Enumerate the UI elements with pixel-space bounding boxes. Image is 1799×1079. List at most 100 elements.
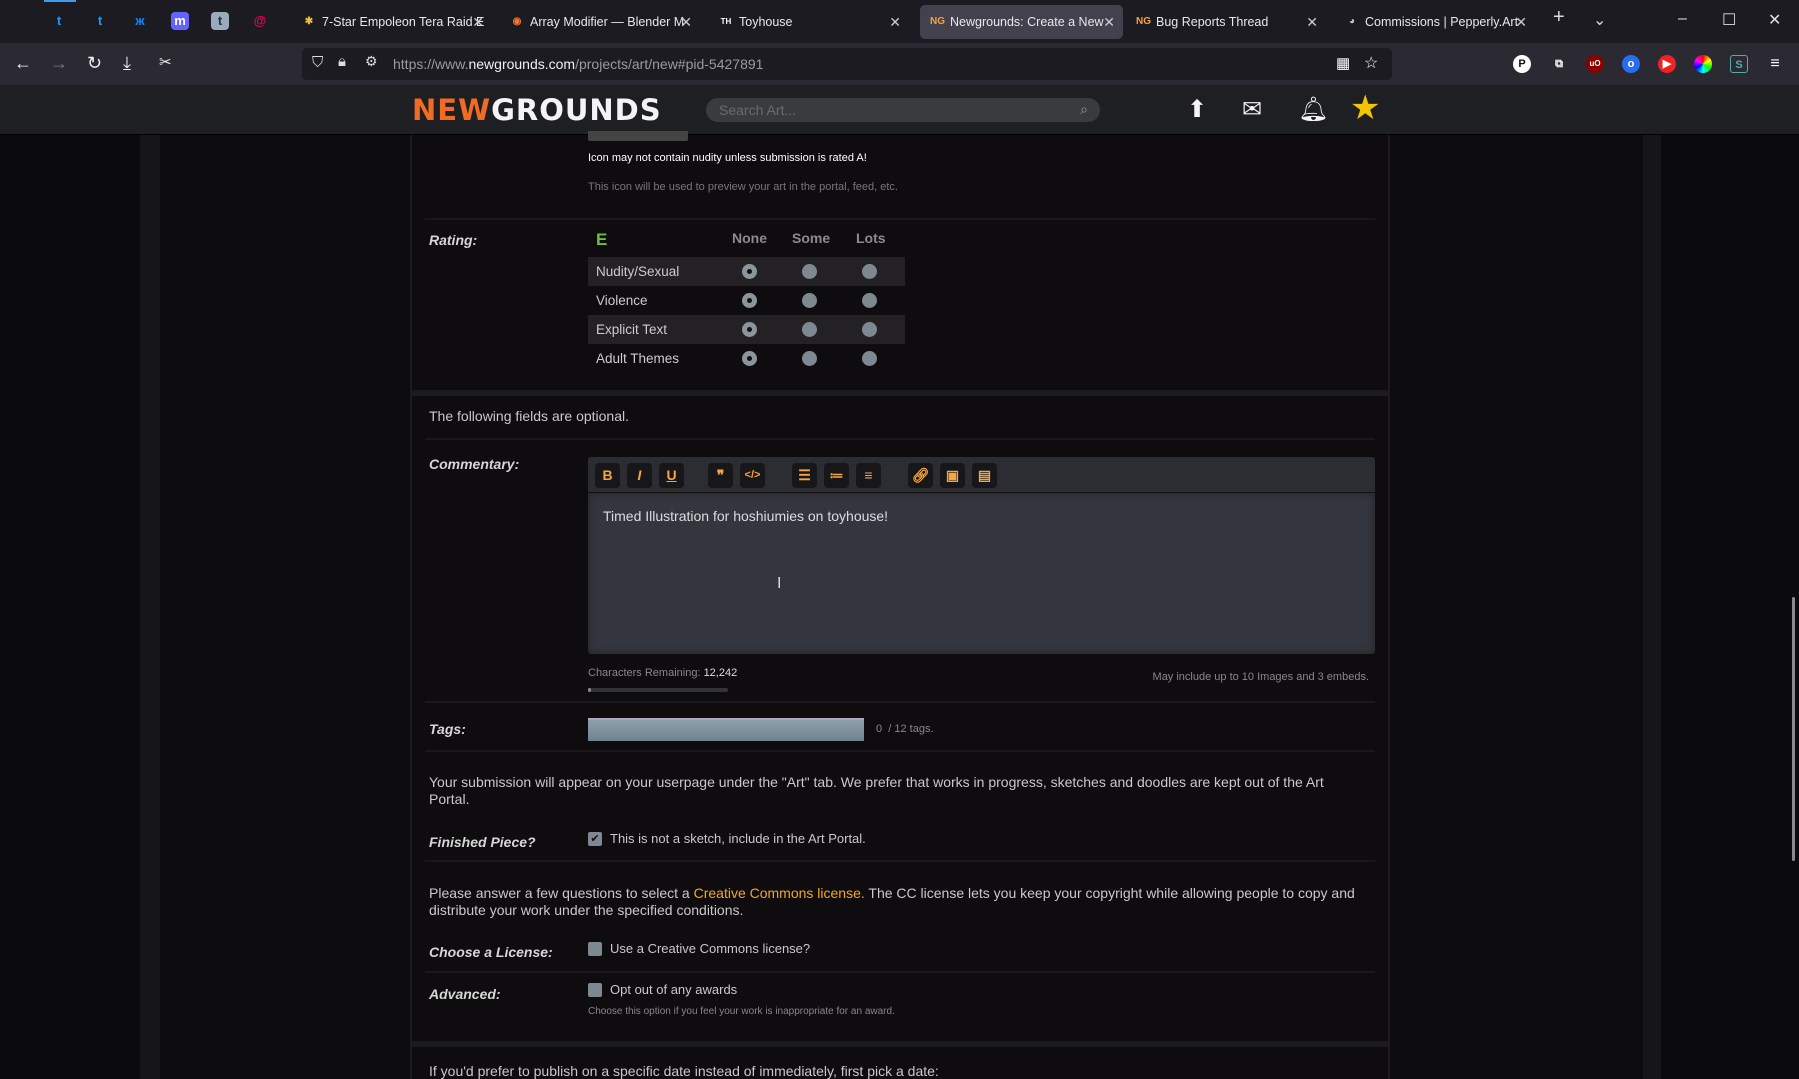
rating-radio-lots[interactable]	[862, 264, 877, 279]
newgrounds-logo[interactable]: NEWGROUNDS	[412, 93, 662, 127]
twitter-icon[interactable]: t	[91, 12, 109, 30]
back-icon[interactable]: ←	[14, 53, 32, 74]
lock-icon[interactable]: 🔒︎	[338, 53, 346, 70]
rating-radio-none[interactable]	[742, 264, 757, 279]
quote-button[interactable]: ❞	[708, 463, 733, 488]
rating-radio-none[interactable]	[742, 293, 757, 308]
bullet-list-button[interactable]: ≔	[824, 463, 849, 488]
rating-e-badge: E	[596, 230, 608, 249]
extension-s-icon[interactable]: S	[1730, 55, 1748, 73]
italic-button[interactable]: I	[627, 463, 652, 488]
extensions-puzzle-icon[interactable]: ⧉	[1550, 55, 1568, 73]
user-avatar[interactable]: ★	[1350, 91, 1386, 127]
debian-icon[interactable]: @	[251, 12, 269, 30]
new-tab-icon[interactable]: +	[1553, 6, 1565, 29]
forward-icon[interactable]: →	[50, 53, 68, 74]
qr-code-icon[interactable]: ▦	[1336, 54, 1350, 72]
tags-count: 0	[876, 723, 883, 735]
section-divider	[412, 1041, 1388, 1047]
shield-icon[interactable]: ⛉	[312, 54, 323, 71]
address-bar[interactable]: ⛉ 🔒︎ ⚙ https://www.newgrounds.com/projec…	[302, 48, 1392, 80]
extension-circle-icon[interactable]: o	[1622, 55, 1640, 73]
close-tab-icon[interactable]: ✕	[889, 5, 901, 39]
rating-row-label: Violence	[596, 293, 648, 308]
bold-button[interactable]: B	[595, 463, 620, 488]
commentary-textarea[interactable]: Timed Illustration for hoshiumies on toy…	[588, 493, 1375, 654]
tags-max: / 12 tags.	[888, 723, 934, 735]
underline-button[interactable]: U	[659, 463, 684, 488]
screenshot-icon[interactable]: ✂	[159, 53, 172, 71]
numbered-list-button[interactable]: ≡	[856, 463, 881, 488]
search-icon[interactable]: ⌕	[1080, 101, 1088, 118]
upload-icon[interactable]: ⬆	[1187, 95, 1207, 124]
tags-label: Tags:	[429, 721, 466, 737]
tab-toyhouse[interactable]: TH Toyhouse ✕	[709, 5, 909, 39]
close-tab-icon[interactable]: ✕	[1306, 5, 1318, 39]
align-button[interactable]: ☰	[792, 463, 817, 488]
download-icon[interactable]: ⤓	[123, 53, 131, 74]
link-button[interactable]: 🔗︎	[908, 463, 933, 488]
opt-out-awards-text: Opt out of any awards	[610, 982, 738, 997]
video-button[interactable]: ▤	[972, 463, 997, 488]
tumblr-icon[interactable]: t	[211, 12, 229, 30]
url-prefix: https://www.	[393, 56, 469, 72]
search-input[interactable]: Search Art... ⌕	[706, 98, 1100, 122]
ublock-icon[interactable]: uO	[1586, 55, 1604, 73]
rating-radio-lots[interactable]	[862, 351, 877, 366]
rating-row: Adult Themes	[588, 344, 905, 373]
rating-label: Rating:	[429, 232, 478, 248]
rating-col-some: Some	[792, 230, 831, 246]
permissions-icon[interactable]: ⚙	[365, 53, 378, 70]
messages-icon[interactable]: ✉	[1242, 95, 1262, 124]
close-tab-icon[interactable]: ✕	[680, 5, 692, 39]
rating-radio-none[interactable]	[742, 351, 757, 366]
tab-bug-reports[interactable]: NG Bug Reports Thread ✕	[1126, 5, 1326, 39]
code-button[interactable]: </>	[740, 463, 765, 488]
rating-radio-some[interactable]	[802, 322, 817, 337]
rating-radio-some[interactable]	[802, 264, 817, 279]
creative-commons-link[interactable]: Creative Commons license.	[694, 885, 865, 901]
bluesky-icon[interactable]: ж	[131, 12, 149, 30]
tab-list-chevron-icon[interactable]: ⌄	[1593, 10, 1606, 30]
tab-title: Toyhouse	[739, 15, 793, 29]
twitter-icon[interactable]: t	[50, 12, 68, 30]
tags-input[interactable]	[588, 718, 864, 741]
page-side-stripe	[1643, 135, 1661, 1079]
youtube-extension-icon[interactable]: ▶	[1658, 55, 1676, 73]
cc-license-checkbox[interactable]	[588, 942, 602, 956]
rating-radio-none[interactable]	[742, 322, 757, 337]
minimize-icon[interactable]: –	[1678, 10, 1687, 28]
notifications-bell-icon[interactable]: 🔔︎	[1298, 95, 1328, 124]
maximize-icon[interactable]: ☐	[1722, 10, 1736, 30]
finished-piece-checkbox[interactable]: ✔	[588, 832, 602, 846]
url-text[interactable]: https://www.newgrounds.com/projects/art/…	[393, 56, 763, 72]
close-tab-icon[interactable]: ✕	[1515, 5, 1527, 39]
tab-empoleon[interactable]: ✱ 7-Star Empoleon Tera Raid E ✕	[292, 5, 492, 39]
close-tab-icon[interactable]: ✕	[1103, 5, 1115, 39]
bookmark-star-icon[interactable]: ☆	[1364, 53, 1378, 73]
close-window-icon[interactable]: ✕	[1768, 10, 1781, 30]
rating-radio-lots[interactable]	[862, 293, 877, 308]
tab-newgrounds-active[interactable]: NG Newgrounds: Create a New ✕	[920, 5, 1123, 39]
image-button[interactable]: ▣	[940, 463, 965, 488]
rating-radio-lots[interactable]	[862, 322, 877, 337]
no-icon-image-button[interactable]	[588, 131, 688, 141]
page-scrollbar[interactable]	[1792, 597, 1795, 861]
reload-icon[interactable]: ↻	[87, 53, 102, 74]
rating-col-lots: Lots	[856, 230, 886, 246]
art-submission-form: Icon may not contain nudity unless submi…	[410, 131, 1390, 1079]
tab-commissions[interactable]: ◕ Commissions | Pepperly.Art ✕	[1335, 5, 1535, 39]
rating-radio-some[interactable]	[802, 351, 817, 366]
chars-progress-bar	[588, 688, 728, 692]
rating-row: Explicit Text	[588, 315, 905, 344]
extension-p-icon[interactable]: P	[1513, 55, 1531, 73]
color-picker-icon[interactable]	[1694, 55, 1712, 73]
menu-icon[interactable]: ≡	[1766, 55, 1784, 73]
mastodon-icon[interactable]: m	[171, 12, 189, 30]
commentary-text: Timed Illustration for hoshiumies on toy…	[603, 508, 889, 524]
close-tab-icon[interactable]: ✕	[472, 5, 484, 39]
rating-row-label: Nudity/Sexual	[596, 264, 680, 279]
rating-radio-some[interactable]	[802, 293, 817, 308]
opt-out-awards-checkbox[interactable]	[588, 983, 602, 997]
tab-blender[interactable]: ◉ Array Modifier — Blender M ✕	[500, 5, 700, 39]
